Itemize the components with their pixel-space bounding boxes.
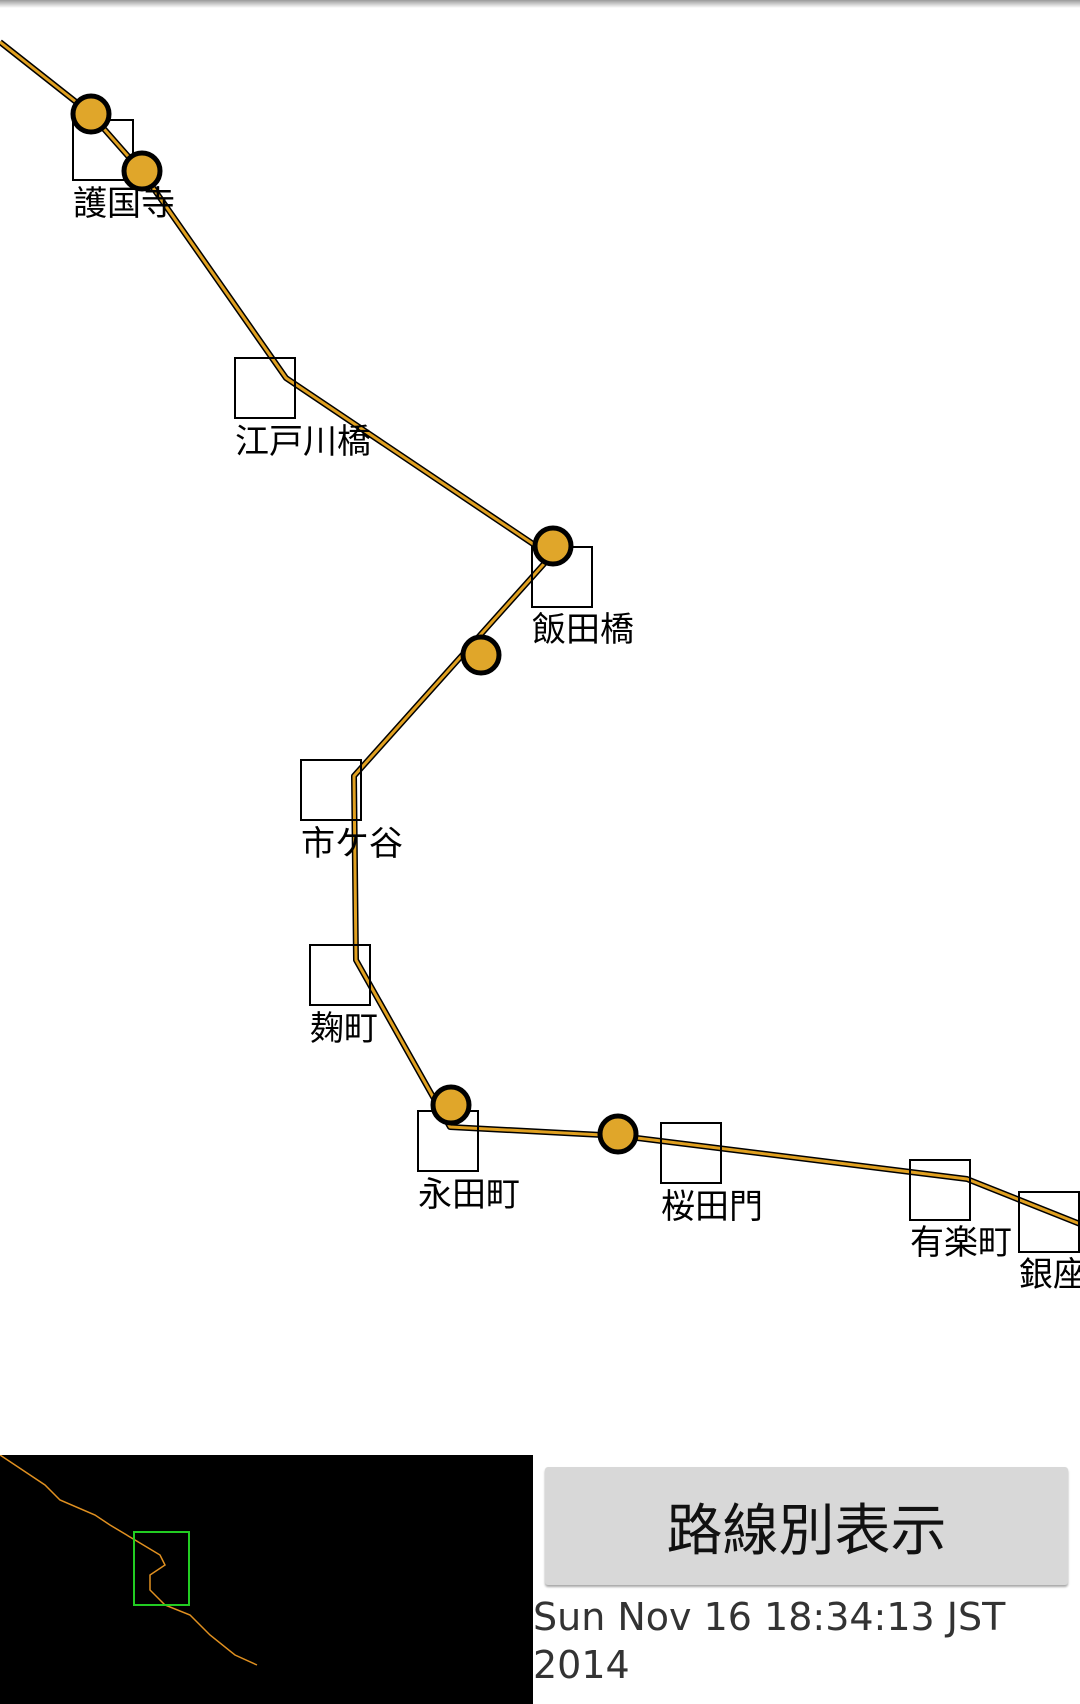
station-ginza[interactable]: 銀座	[1018, 1191, 1080, 1295]
station-sakuradamon[interactable]: 桜田門	[660, 1122, 763, 1227]
train-marker-icon[interactable]	[460, 634, 502, 676]
train-marker-icon[interactable]	[532, 525, 574, 567]
station-label: 桜田門	[661, 1187, 763, 1227]
bottom-panel: 路線別表示 Sun Nov 16 18:34:13 JST 2014	[0, 1454, 1080, 1704]
square-icon	[909, 1159, 971, 1221]
station-label: 銀座	[1019, 1255, 1080, 1295]
train-marker-icon[interactable]	[70, 93, 112, 135]
station-label: 市ケ谷	[301, 824, 403, 864]
train-marker-icon[interactable]	[597, 1113, 639, 1155]
route-map[interactable]: 護国寺 江戸川橋 飯田橋 市ケ谷 麹町 永田町 桜田門 有楽町 銀座	[0, 0, 1080, 1455]
minimap-canvas	[0, 1454, 258, 1666]
station-label: 護国寺	[73, 184, 175, 224]
station-label: 永田町	[418, 1175, 520, 1215]
overview-minimap[interactable]	[0, 1454, 533, 1704]
last-updated-timestamp: Sun Nov 16 18:34:13 JST 2014	[533, 1595, 1006, 1687]
square-icon	[309, 944, 371, 1006]
route-view-button[interactable]: 路線別表示	[545, 1467, 1068, 1585]
app-root: 護国寺 江戸川橋 飯田橋 市ケ谷 麹町 永田町 桜田門 有楽町 銀座 路線別表示…	[0, 0, 1080, 1704]
minimap-viewport[interactable]	[133, 1531, 190, 1606]
minimap-route-line	[0, 1454, 258, 1666]
top-shadow	[0, 0, 1080, 8]
station-kojimachi[interactable]: 麹町	[309, 944, 378, 1049]
square-icon	[660, 1122, 722, 1184]
station-label: 江戸川橋	[235, 422, 371, 462]
square-icon	[234, 357, 296, 419]
station-label: 飯田橋	[532, 610, 634, 650]
station-edogawabashi[interactable]: 江戸川橋	[234, 357, 371, 462]
train-marker-icon[interactable]	[121, 150, 163, 192]
station-label: 麹町	[310, 1009, 378, 1049]
station-label: 有楽町	[910, 1223, 1012, 1263]
train-marker-icon[interactable]	[430, 1084, 472, 1126]
